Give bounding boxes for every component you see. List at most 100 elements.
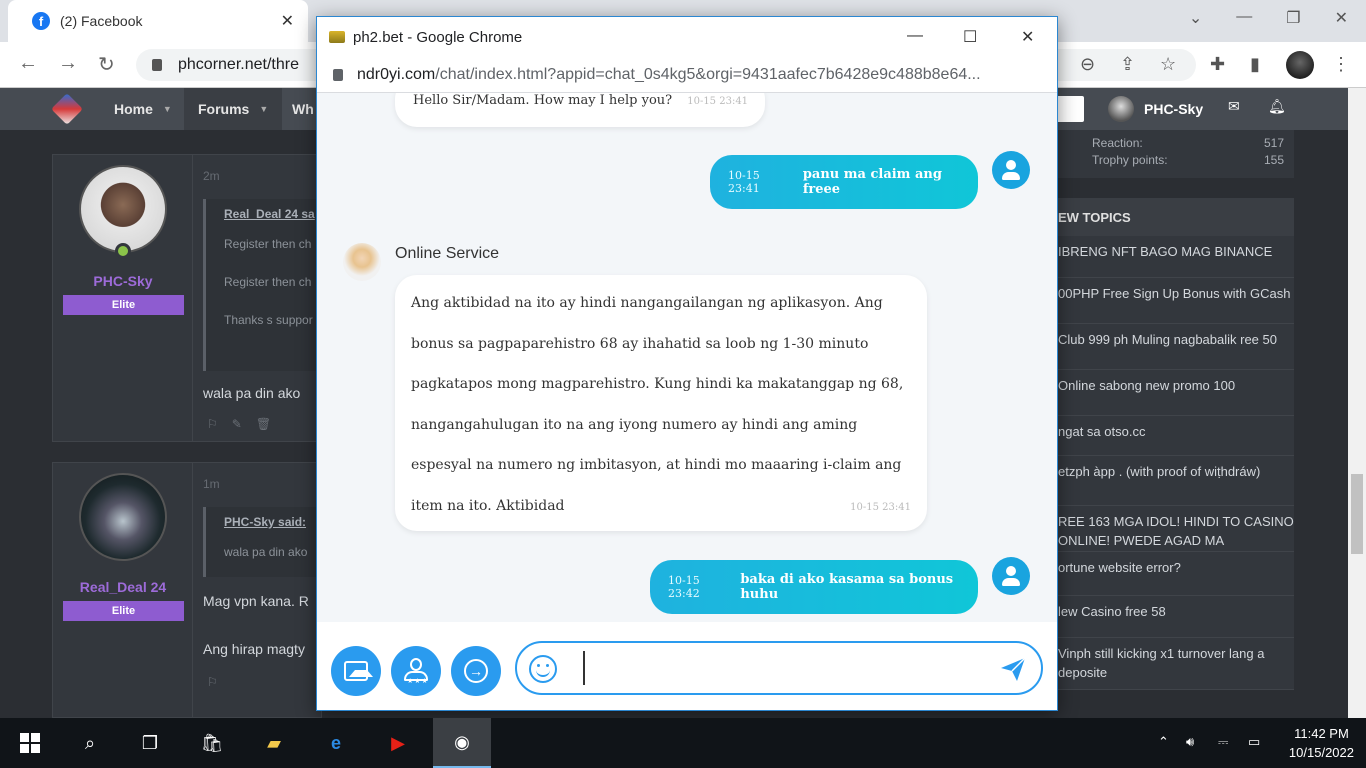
system-clock[interactable]: 11:42 PM 10/15/2022	[1289, 724, 1354, 762]
nav-home[interactable]: Home ▼	[100, 88, 186, 130]
post-user-panel: Real_Deal 24 Elite	[53, 463, 193, 717]
scrollbar-thumb[interactable]	[1351, 474, 1363, 554]
profile-avatar[interactable]	[1286, 51, 1314, 79]
message-time: 10-15 23:42	[668, 574, 700, 600]
avatar[interactable]	[79, 473, 167, 561]
page-scrollbar[interactable]	[1348, 88, 1366, 718]
end-chat-button[interactable]: →	[451, 646, 501, 696]
post-time[interactable]: 1m	[203, 477, 220, 491]
close-window-icon[interactable]: ✕	[1335, 8, 1348, 28]
chat-messages[interactable]: Hello Sir/Madam. How may I help you? 10-…	[317, 93, 1057, 622]
topic-link[interactable]: lew Casino free 58	[1058, 596, 1294, 638]
edit-icon[interactable]: ✎	[232, 417, 256, 431]
post-username[interactable]: Real_Deal 24	[53, 579, 193, 595]
popup-url-bar[interactable]: ndr0yi.com/chat/index.html?appid=chat_0s…	[317, 57, 1057, 93]
avatar	[1108, 96, 1134, 122]
task-view-icon[interactable]: ❐	[125, 718, 175, 768]
start-button[interactable]	[5, 718, 55, 768]
url-path: /chat/index.html?appid=chat_0s4kg5&orgi=…	[435, 65, 981, 83]
topic-link[interactable]: IBRENG NFT BAGO MAG BINANCE	[1058, 236, 1294, 278]
post-time[interactable]: 2m	[203, 169, 220, 183]
inbox-icon[interactable]: ✉	[1228, 98, 1240, 115]
stat-label: Trophy points:	[1092, 153, 1168, 167]
side-panel-icon[interactable]: ▮	[1250, 54, 1260, 75]
sidebar: Reaction: 517 Trophy points: 155 EW TOPI…	[1058, 130, 1294, 718]
new-topics-heading: EW TOPICS	[1058, 198, 1294, 236]
avatar[interactable]	[79, 165, 167, 253]
topic-link[interactable]: ortune website error?	[1058, 552, 1294, 596]
lock-icon	[333, 68, 343, 81]
image-icon	[344, 661, 373, 681]
tray-expand-icon[interactable]: ⌃	[1158, 734, 1169, 750]
message-text: Ang aktibidad na ito ay hindi nangangail…	[411, 295, 904, 514]
send-icon[interactable]	[999, 655, 1027, 683]
stat-row: Trophy points: 155	[1092, 153, 1284, 167]
reload-icon[interactable]: ↻	[98, 52, 115, 77]
user-stats: Reaction: 517 Trophy points: 155	[1058, 130, 1294, 178]
quote-line: Thanks s suppor	[224, 313, 313, 327]
lock-icon	[152, 59, 162, 71]
tab-facebook[interactable]: f (2) Facebook ✕	[8, 0, 308, 42]
forward-icon[interactable]: →	[58, 52, 78, 75]
chrome-taskbar-icon[interactable]: ◉	[433, 718, 491, 768]
close-window-icon[interactable]: ✕	[1021, 27, 1034, 47]
menu-icon[interactable]: ⋮	[1332, 54, 1350, 75]
share-icon[interactable]: ⇪	[1120, 54, 1135, 75]
chevron-down-icon: ▼	[259, 104, 269, 114]
account-menu[interactable]: PHC-Sky	[1108, 88, 1203, 130]
nav-forums[interactable]: Forums ▼	[184, 88, 283, 130]
message-text: Hello Sir/Madam. How may I help you?	[413, 93, 673, 108]
popup-titlebar[interactable]: ph2.bet - Google Chrome — ☐ ✕	[317, 17, 1057, 57]
site-logo[interactable]	[51, 93, 83, 125]
post-user-panel: PHC-Sky Elite	[53, 155, 193, 441]
network-icon[interactable]: ⎓	[1218, 734, 1228, 750]
topic-link[interactable]: REE 163 MGA IDOL! HINDI TO CASINO ONLINE…	[1058, 506, 1294, 552]
forum-post: PHC-Sky Elite 2m Real_Deal 24 sa Registe…	[52, 154, 323, 442]
site-favicon-icon	[329, 31, 345, 43]
message-input[interactable]	[583, 651, 983, 685]
topic-link[interactable]: 00PHP Free Sign Up Bonus with GCash	[1058, 278, 1294, 324]
minimize-icon[interactable]: —	[1236, 8, 1252, 28]
topic-link[interactable]: etzph àpp . (with proof of wiṭhdráw)	[1058, 456, 1294, 506]
volume-icon[interactable]: 🔊︎	[1186, 734, 1194, 750]
delete-icon[interactable]: 🗑︎	[256, 417, 285, 431]
rate-service-button[interactable]: ★★★	[391, 646, 441, 696]
zoom-icon[interactable]: ⊖	[1080, 54, 1095, 75]
topic-link[interactable]: Online sabong new promo 100	[1058, 370, 1294, 416]
site-search-input[interactable]	[1056, 96, 1084, 122]
topic-link[interactable]: Vinph still kicking x1 turnover lang a d…	[1058, 638, 1294, 690]
user-avatar-icon	[992, 151, 1030, 189]
stat-value: 155	[1263, 153, 1284, 167]
store-icon[interactable]: 🛍︎	[187, 718, 237, 768]
tab-search-icon[interactable]: ⌄	[1189, 8, 1202, 28]
close-tab-icon[interactable]: ✕	[281, 11, 294, 31]
report-icon[interactable]: ⚐	[207, 417, 232, 431]
bookmark-star-icon[interactable]: ☆	[1160, 54, 1176, 75]
minimize-icon[interactable]: —	[907, 27, 923, 45]
send-image-button[interactable]	[331, 646, 381, 696]
edge-icon[interactable]: e	[311, 718, 361, 768]
youtube-icon[interactable]: ▶	[373, 718, 423, 768]
post-actions: ⚐	[207, 675, 232, 689]
extensions-icon[interactable]: ✚	[1210, 54, 1225, 75]
emoji-icon[interactable]	[529, 655, 557, 683]
maximize-icon[interactable]: ☐	[963, 27, 977, 47]
tab-title: (2) Facebook	[60, 13, 143, 29]
quote-author[interactable]: Real_Deal 24 sa	[224, 207, 323, 221]
bell-icon[interactable]: 🔔︎	[1268, 98, 1286, 115]
quote-author[interactable]: PHC-Sky said:	[224, 515, 323, 529]
input-indicator-icon[interactable]: ▭	[1248, 734, 1260, 750]
restore-icon[interactable]: ❐	[1286, 8, 1300, 28]
post-body: wala pa din ako	[203, 385, 301, 401]
back-icon[interactable]: ←	[18, 52, 38, 75]
message-time: 10-15 23:41	[728, 169, 760, 195]
search-icon[interactable]: ⌕	[65, 718, 115, 768]
post-username[interactable]: PHC-Sky	[53, 273, 193, 289]
report-icon[interactable]: ⚐	[207, 675, 232, 689]
message-text: panu ma claim ang freee	[802, 167, 942, 197]
topic-link[interactable]: ngat sa otso.cc	[1058, 416, 1294, 456]
windows-taskbar: ⌕ ❐ 🛍︎ ▰ e ▶ ◉ ⌃ 🔊︎ ⎓ ▭ 11:42 PM 10/15/2…	[0, 718, 1366, 768]
clock-date: 10/15/2022	[1288, 745, 1354, 760]
topic-link[interactable]: Club 999 ph Muling nagbabalik ree 50	[1058, 324, 1294, 370]
file-explorer-icon[interactable]: ▰	[249, 718, 299, 768]
